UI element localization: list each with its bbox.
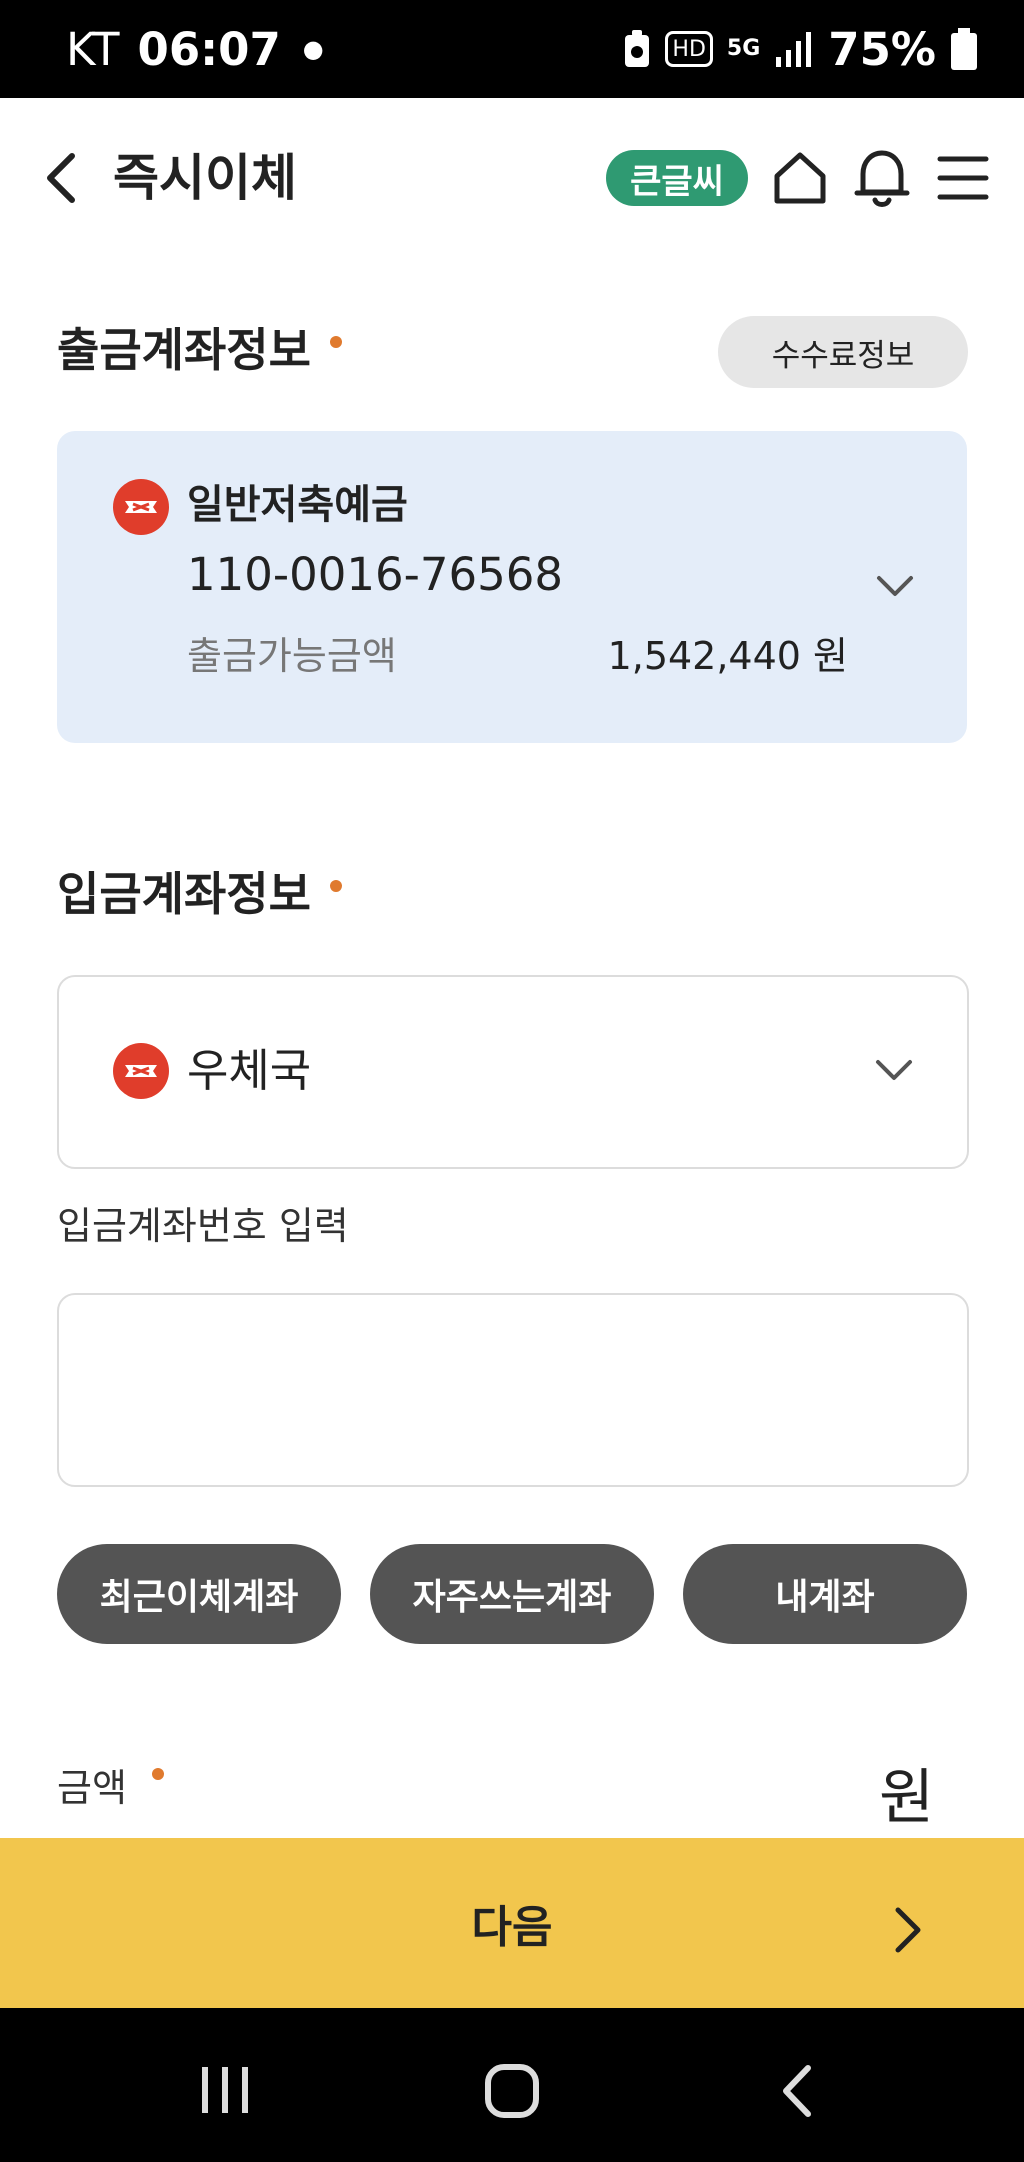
chevron-down-icon[interactable] (876, 574, 914, 598)
bell-icon[interactable] (853, 146, 911, 210)
carrier-name: KT (66, 22, 120, 76)
frequent-accounts-button[interactable]: 자주쓰는계좌 (370, 1544, 654, 1644)
next-button-label: 다음 (471, 1902, 553, 1953)
page-title: 즉시이체 (113, 149, 297, 207)
account-type: 일반저축예금 (187, 482, 408, 528)
status-bar: KT 06:07 ● HD 5G 75% (0, 0, 1024, 98)
account-input-label: 입금계좌번호 입력 (57, 1204, 349, 1248)
home-nav-icon[interactable] (484, 2063, 540, 2123)
hamburger-menu-icon[interactable] (937, 154, 989, 202)
recent-apps-icon[interactable] (200, 2064, 250, 2120)
clock-time: 06:07 (137, 22, 281, 76)
post-office-logo-icon (113, 479, 169, 535)
signal-icon (774, 31, 814, 67)
available-balance-amount: 1,542,440 원 (607, 634, 848, 678)
withdrawal-section-title: 출금계좌정보 (57, 323, 311, 377)
battery-percent: 75% (828, 22, 936, 76)
battery-icon (950, 27, 978, 71)
chevron-down-icon[interactable] (875, 1058, 913, 1082)
amount-label: 금액 (57, 1766, 127, 1810)
recent-transfer-accounts-button[interactable]: 최근이체계좌 (57, 1544, 341, 1644)
hd-voice-icon: HD (665, 31, 713, 67)
notification-dot-icon: ● (302, 35, 324, 63)
network-5g-icon: 5G (726, 36, 761, 61)
next-button[interactable]: 다음 (0, 1838, 1024, 2008)
required-dot (330, 880, 342, 892)
back-nav-icon[interactable] (780, 2064, 814, 2122)
status-left: KT 06:07 ● (66, 0, 324, 98)
app-header: 즉시이체 큰글씨 (0, 98, 1024, 258)
battery-saver-icon (623, 29, 651, 69)
account-number: 110-0016-76568 (187, 548, 564, 601)
home-icon[interactable] (772, 150, 828, 206)
big-font-toggle-button[interactable]: 큰글씨 (606, 150, 748, 206)
system-navigation-bar (0, 2008, 1024, 2162)
available-balance-label: 출금가능금액 (187, 634, 397, 678)
fee-info-button[interactable]: 수수료정보 (718, 316, 968, 388)
deposit-section-title: 입금계좌정보 (57, 867, 311, 921)
my-accounts-button[interactable]: 내계좌 (683, 1544, 967, 1644)
amount-unit: 원 (879, 1763, 935, 1833)
back-arrow-icon[interactable] (40, 148, 84, 208)
post-office-logo-icon (113, 1043, 169, 1099)
deposit-account-input[interactable] (57, 1293, 969, 1487)
selected-bank-name: 우체국 (187, 1044, 312, 1097)
status-right: HD 5G 75% (623, 0, 978, 98)
required-dot (152, 1768, 164, 1780)
chevron-right-icon (890, 1905, 924, 1955)
required-dot (330, 336, 342, 348)
